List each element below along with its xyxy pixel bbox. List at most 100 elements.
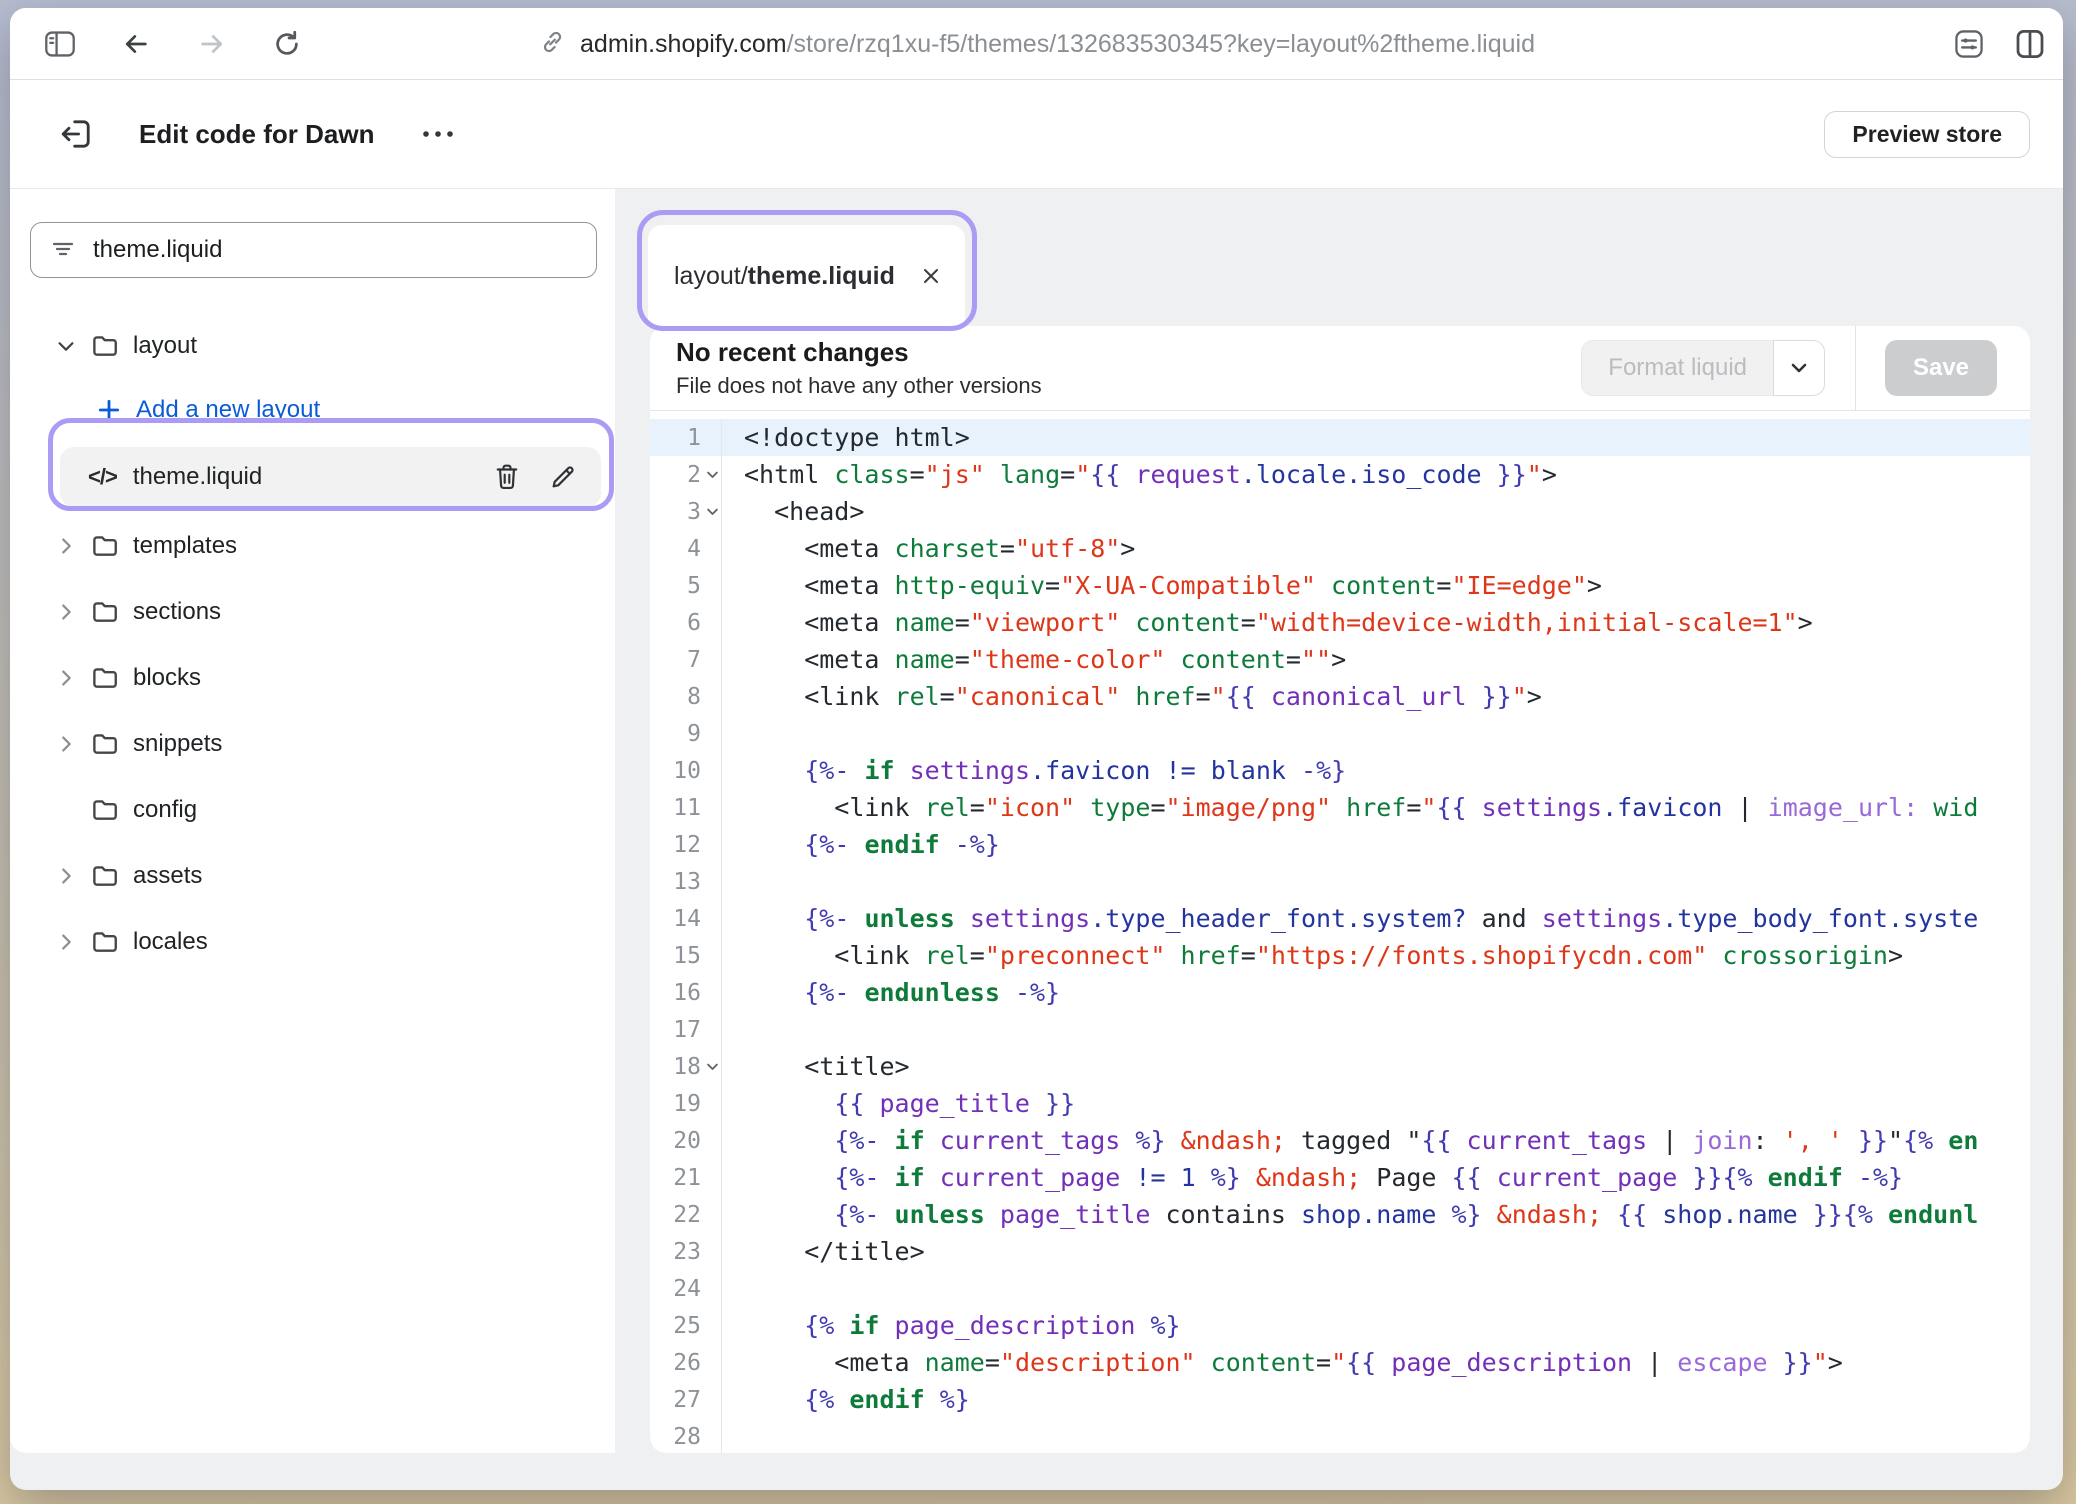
line-number: 8 — [650, 678, 722, 715]
chevron-right-icon[interactable] — [55, 931, 89, 953]
code-text — [722, 715, 744, 752]
code-line-25: 25 {% if page_description %} — [650, 1307, 2030, 1344]
code-line-10: 10 {%- if settings.favicon != blank -%} — [650, 752, 2030, 789]
chevron-right-icon[interactable] — [55, 601, 89, 623]
code-text: <meta charset="utf-8"> — [722, 530, 1135, 567]
code-text: {%- unless settings.type_header_font.sys… — [722, 900, 1978, 937]
page-settings-icon[interactable] — [1953, 28, 1985, 60]
toolbar-divider — [1855, 326, 1856, 410]
code-text: {% endif %} — [722, 1381, 970, 1418]
code-text: </title> — [722, 1233, 925, 1270]
line-number: 24 — [650, 1270, 722, 1307]
chevron-right-icon[interactable] — [55, 733, 89, 755]
code-line-15: 15 <link rel="preconnect" href="https://… — [650, 937, 2030, 974]
url-bar[interactable]: admin.shopify.com/store/rzq1xu-f5/themes… — [538, 8, 1535, 80]
folder-icon — [89, 927, 133, 957]
sidebar-item-sections[interactable]: sections — [10, 579, 615, 645]
code-line-19: 19 {{ page_title }} — [650, 1085, 2030, 1122]
code-line-8: 8 <link rel="canonical" href="{{ canonic… — [650, 678, 2030, 715]
format-liquid-split-button: Format liquid — [1581, 340, 1825, 396]
url-text: admin.shopify.com/store/rzq1xu-f5/themes… — [580, 30, 1535, 59]
line-number: 6 — [650, 604, 722, 641]
editor-panel: No recent changes File does not have any… — [650, 326, 2030, 1453]
status-title: No recent changes — [676, 337, 1042, 368]
chevron-right-icon[interactable] — [55, 535, 89, 557]
code-line-12: 12 {%- endif -%} — [650, 826, 2030, 863]
line-number: 3 — [650, 493, 722, 530]
more-actions-icon[interactable] — [420, 127, 456, 141]
sidebar-toggle-icon[interactable] — [44, 29, 76, 59]
line-number: 4 — [650, 530, 722, 567]
sidebar-item-assets[interactable]: assets — [10, 843, 615, 909]
code-text: {%- if current_page != 1 %} &ndash; Page… — [722, 1159, 1903, 1196]
code-line-5: 5 <meta http-equiv="X-UA-Compatible" con… — [650, 567, 2030, 604]
desktop-background: admin.shopify.com/store/rzq1xu-f5/themes… — [0, 0, 2076, 1504]
code-text: <head> — [722, 493, 864, 530]
line-number: 1 — [650, 419, 722, 456]
search-input[interactable] — [93, 236, 578, 264]
line-number: 21 — [650, 1159, 722, 1196]
code-text: <html class="js" lang="{{ request.locale… — [722, 456, 1557, 493]
back-icon[interactable] — [120, 30, 152, 58]
save-button[interactable]: Save — [1885, 340, 1997, 396]
code-line-20: 20 {%- if current_tags %} &ndash; tagged… — [650, 1122, 2030, 1159]
line-number: 28 — [650, 1418, 722, 1453]
code-line-9: 9 — [650, 715, 2030, 752]
line-number: 16 — [650, 974, 722, 1011]
sidebar-item-label: snippets — [133, 730, 222, 758]
format-liquid-button[interactable]: Format liquid — [1581, 340, 1773, 396]
code-line-28: 28 — [650, 1418, 2030, 1453]
code-text — [722, 1418, 744, 1453]
format-liquid-menu-button[interactable] — [1773, 340, 1825, 396]
fold-chevron-icon[interactable] — [703, 504, 721, 519]
line-number: 15 — [650, 937, 722, 974]
tab-theme-liquid[interactable]: layout/theme.liquid — [648, 225, 965, 327]
sidebar-item-label: Add a new layout — [136, 396, 320, 424]
file-search[interactable] — [30, 222, 597, 278]
folder-icon — [89, 861, 133, 891]
line-number: 2 — [650, 456, 722, 493]
code-text: <meta name="theme-color" content=""> — [722, 641, 1346, 678]
folder-icon — [89, 597, 133, 627]
chevron-right-icon[interactable] — [55, 865, 89, 887]
preview-store-button[interactable]: Preview store — [1824, 111, 2030, 158]
line-number: 9 — [650, 715, 722, 752]
line-number: 23 — [650, 1233, 722, 1270]
fold-chevron-icon[interactable] — [703, 467, 721, 482]
exit-icon[interactable] — [58, 116, 94, 152]
sidebar-item-theme-liquid[interactable]: </>theme.liquid — [10, 441, 615, 513]
trash-icon[interactable] — [487, 462, 527, 492]
code-line-22: 22 {%- unless page_title contains shop.n… — [650, 1196, 2030, 1233]
sidebar-item-label: config — [133, 796, 197, 824]
sidebar-item-add-a-new-layout[interactable]: Add a new layout — [10, 379, 615, 441]
chevron-right-icon[interactable] — [55, 667, 89, 689]
sidebar-item-snippets[interactable]: snippets — [10, 711, 615, 777]
fold-chevron-icon[interactable] — [703, 1059, 721, 1074]
line-number: 27 — [650, 1381, 722, 1418]
code-lines[interactable]: 1<!doctype html>2<html class="js" lang="… — [650, 411, 2030, 1453]
line-number: 10 — [650, 752, 722, 789]
split-view-icon[interactable] — [2015, 28, 2045, 60]
sidebar-item-blocks[interactable]: blocks — [10, 645, 615, 711]
pencil-icon[interactable] — [543, 463, 583, 491]
editor-toolbar: No recent changes File does not have any… — [650, 326, 2030, 411]
code-line-21: 21 {%- if current_page != 1 %} &ndash; P… — [650, 1159, 2030, 1196]
link-icon — [538, 28, 566, 61]
code-text — [722, 863, 744, 900]
sidebar-item-layout[interactable]: layout — [10, 313, 615, 379]
close-icon[interactable] — [915, 260, 947, 292]
line-number: 13 — [650, 863, 722, 900]
code-text: <meta name="viewport" content="width=dev… — [722, 604, 1813, 641]
code-text: <meta name="description" content="{{ pag… — [722, 1344, 1843, 1381]
forward-icon[interactable] — [196, 30, 228, 58]
sidebar-item-locales[interactable]: locales — [10, 909, 615, 975]
code-text: {%- endif -%} — [722, 826, 1000, 863]
reload-icon[interactable] — [272, 29, 302, 59]
sidebar-item-label: layout — [133, 332, 197, 360]
line-number: 5 — [650, 567, 722, 604]
sidebar-item-templates[interactable]: templates — [10, 513, 615, 579]
code-text: <link rel="canonical" href="{{ canonical… — [722, 678, 1542, 715]
sidebar-item-config[interactable]: config — [10, 777, 615, 843]
chevron-down-icon[interactable] — [55, 335, 89, 357]
app-header: Edit code for Dawn Preview store — [10, 80, 2063, 189]
